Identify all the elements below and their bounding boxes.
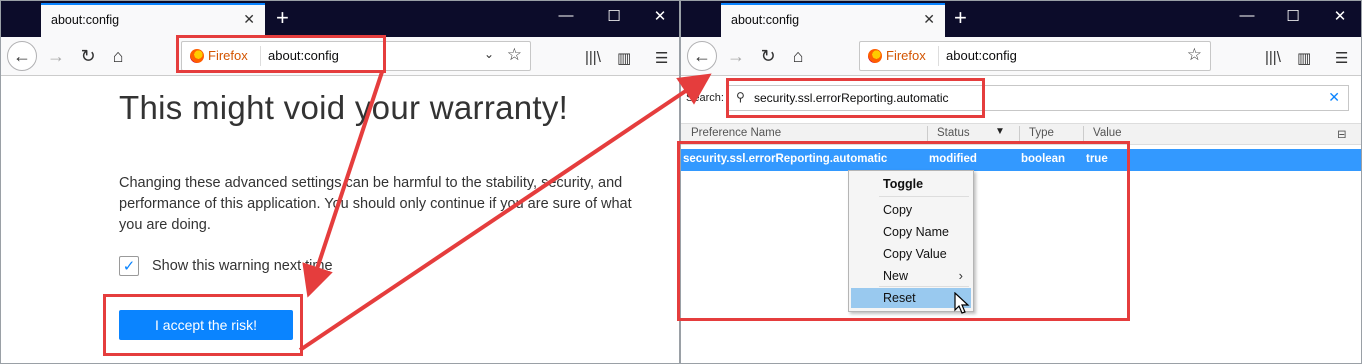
pref-status: modified <box>929 153 977 165</box>
close-tab-icon[interactable]: ✕ <box>923 11 935 28</box>
search-row: Search: ⚲ security.ssl.errorReporting.au… <box>681 79 1361 119</box>
forward-button[interactable]: → <box>41 41 71 71</box>
browser-window-right: about:config ✕ + — ☐ ✕ ← → ↻ ⌂ Firefox a… <box>680 0 1362 364</box>
home-icon: ⌂ <box>792 45 804 66</box>
bookmark-star-icon[interactable]: ☆ <box>1187 45 1202 65</box>
maximize-button[interactable]: ☐ <box>1283 7 1303 25</box>
navigation-bar: ← → ↻ ⌂ Firefox about:config ☆ |||\ ▥ ☰ <box>681 37 1361 76</box>
clear-search-icon[interactable]: ✕ <box>1328 89 1340 106</box>
show-warning-checkbox[interactable]: ✓ <box>119 256 139 276</box>
reload-icon: ↻ <box>760 45 776 66</box>
bookmark-star-icon[interactable]: ☆ <box>507 45 522 65</box>
tab-bar: about:config ✕ + — ☐ ✕ <box>681 1 1361 37</box>
warning-body: Changing these advanced settings can be … <box>119 175 632 233</box>
column-divider[interactable] <box>1019 126 1020 142</box>
menu-item-toggle[interactable]: Toggle <box>883 174 923 194</box>
column-value[interactable]: Value <box>1093 127 1122 139</box>
tab-about-config[interactable]: about:config ✕ <box>721 3 945 37</box>
table-row[interactable]: security.ssl.errorReporting.automatic mo… <box>681 149 1361 171</box>
forward-arrow-icon: → <box>727 45 745 66</box>
menu-item-copy[interactable]: Copy <box>883 200 912 220</box>
chevron-right-icon: › <box>958 268 963 283</box>
column-type[interactable]: Type <box>1029 127 1054 139</box>
reload-icon: ↻ <box>80 45 96 66</box>
minimize-button[interactable]: — <box>1237 7 1257 24</box>
search-input[interactable]: ⚲ security.ssl.errorReporting.automatic … <box>727 85 1349 111</box>
menu-icon[interactable]: ☰ <box>1335 49 1348 67</box>
home-button[interactable]: ⌂ <box>103 41 133 71</box>
column-picker-icon[interactable]: ⊟ <box>1337 127 1347 141</box>
menu-item-copy-value[interactable]: Copy Value <box>883 244 947 264</box>
search-value[interactable]: security.ssl.errorReporting.automatic <box>754 91 949 105</box>
menu-separator <box>879 286 969 287</box>
maximize-button[interactable]: ☐ <box>604 7 624 25</box>
library-icon[interactable]: |||\ <box>1265 49 1281 66</box>
sort-down-icon: ▼ <box>995 126 1005 137</box>
back-button[interactable]: ← <box>7 41 37 71</box>
menu-item-new[interactable]: New <box>883 266 908 286</box>
column-divider[interactable] <box>927 126 928 142</box>
firefox-icon <box>190 48 204 63</box>
reload-button[interactable]: ↻ <box>73 41 103 71</box>
sidebar-icon[interactable]: ▥ <box>617 49 631 67</box>
firefox-icon <box>868 48 882 63</box>
home-button[interactable]: ⌂ <box>783 41 813 71</box>
pref-value: true <box>1086 153 1108 165</box>
tab-title: about:config <box>731 13 800 27</box>
identity-box[interactable]: Firefox <box>190 48 248 63</box>
search-label: Search: <box>686 92 724 104</box>
identity-label: Firefox <box>208 48 248 63</box>
pref-name: security.ssl.errorReporting.automatic <box>683 153 888 165</box>
sidebar-icon[interactable]: ▥ <box>1297 49 1311 67</box>
navigation-bar: ← → ↻ ⌂ Firefox about:config ⌄ ☆ |||\ ▥ … <box>1 37 679 76</box>
identity-box[interactable]: Firefox <box>868 48 926 63</box>
menu-icon[interactable]: ☰ <box>655 49 668 67</box>
home-icon: ⌂ <box>112 45 124 66</box>
tab-title: about:config <box>51 13 120 27</box>
new-tab-button[interactable]: + <box>954 5 967 31</box>
minimize-button[interactable]: — <box>556 7 576 24</box>
mouse-cursor-icon <box>954 292 970 314</box>
url-bar[interactable]: Firefox about:config ⌄ ☆ <box>181 41 531 71</box>
back-arrow-icon: ← <box>693 45 711 66</box>
menu-item-copy-name[interactable]: Copy Name <box>883 222 949 242</box>
close-window-button[interactable]: ✕ <box>1330 7 1350 25</box>
accept-risk-button[interactable]: I accept the risk! <box>119 310 293 340</box>
warning-title: This might void your warranty! <box>119 89 569 126</box>
identity-label: Firefox <box>886 48 926 63</box>
close-tab-icon[interactable]: ✕ <box>243 11 255 28</box>
show-warning-label[interactable]: Show this warning next time <box>152 258 333 274</box>
column-divider[interactable] <box>1083 126 1084 142</box>
forward-arrow-icon: → <box>47 45 65 66</box>
column-header-row: Preference Name Status ▼ Type Value ⊟ <box>681 123 1361 145</box>
forward-button[interactable]: → <box>721 41 751 71</box>
library-icon[interactable]: |||\ <box>585 49 601 66</box>
url-bar[interactable]: Firefox about:config ☆ <box>859 41 1211 71</box>
url-text[interactable]: about:config <box>268 48 339 63</box>
column-status[interactable]: Status <box>937 127 970 139</box>
checkmark-icon: ✓ <box>122 258 136 275</box>
close-window-button[interactable]: ✕ <box>650 7 670 25</box>
url-separator <box>260 46 261 66</box>
reload-button[interactable]: ↻ <box>753 41 783 71</box>
pref-type: boolean <box>1021 153 1066 165</box>
url-text[interactable]: about:config <box>946 48 1017 63</box>
tab-bar: about:config ✕ + — ☐ ✕ <box>1 1 679 37</box>
back-button[interactable]: ← <box>687 41 717 71</box>
context-menu: Toggle Copy Copy Name Copy Value New › R… <box>848 170 974 312</box>
menu-item-reset[interactable]: Reset <box>883 288 916 308</box>
column-preference-name[interactable]: Preference Name <box>691 127 781 139</box>
chevron-down-icon[interactable]: ⌄ <box>484 47 494 61</box>
browser-window-left: about:config ✕ + — ☐ ✕ ← → ↻ ⌂ Firefox a… <box>0 0 680 364</box>
back-arrow-icon: ← <box>13 45 31 66</box>
menu-separator <box>879 196 969 197</box>
url-separator <box>938 46 939 66</box>
search-icon: ⚲ <box>736 90 745 104</box>
new-tab-button[interactable]: + <box>276 5 289 31</box>
tab-about-config[interactable]: about:config ✕ <box>41 3 265 37</box>
